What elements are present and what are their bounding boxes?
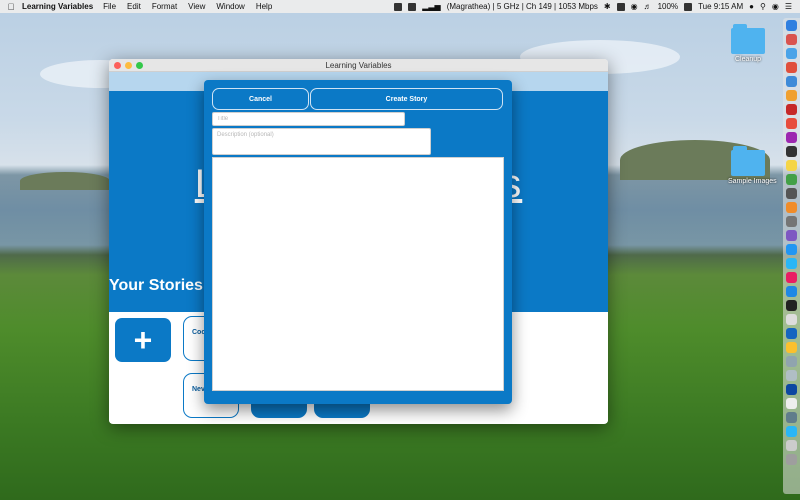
create-story-button[interactable]: Create Story: [310, 88, 503, 110]
desktop-folder-cleanup[interactable]: Cleanup: [728, 24, 768, 63]
app-icon[interactable]: [786, 384, 797, 395]
window-titlebar[interactable]: Learning Variables: [109, 59, 608, 72]
app-icon[interactable]: [786, 398, 797, 409]
app-icon[interactable]: [786, 356, 797, 367]
user-icon[interactable]: ●: [749, 2, 754, 11]
app-icon[interactable]: [786, 188, 797, 199]
app-icon[interactable]: [786, 202, 797, 213]
wifi-icon[interactable]: ◉: [631, 2, 638, 11]
app-icon[interactable]: [786, 370, 797, 381]
folder-icon: [731, 146, 765, 176]
app-icon[interactable]: [786, 328, 797, 339]
app-icon[interactable]: [786, 412, 797, 423]
description-input[interactable]: [212, 128, 431, 155]
app-icon[interactable]: [786, 90, 797, 101]
app-icon[interactable]: [786, 342, 797, 353]
menu-view[interactable]: View: [188, 2, 205, 11]
app-icon[interactable]: [786, 426, 797, 437]
trash-icon[interactable]: [786, 454, 797, 465]
clock[interactable]: Tue 9:15 AM: [698, 2, 743, 11]
menu-bar:  Learning Variables File Edit Format Vi…: [0, 0, 800, 13]
apple-menu-icon[interactable]: : [0, 2, 22, 12]
battery-percent[interactable]: 100%: [658, 2, 678, 11]
menu-help[interactable]: Help: [256, 2, 272, 11]
story-card-label: Nev: [192, 386, 205, 393]
app-icon[interactable]: [786, 314, 797, 325]
app-icon[interactable]: [786, 174, 797, 185]
finder-icon[interactable]: [786, 20, 797, 31]
skype-icon[interactable]: [786, 286, 797, 297]
app-icon[interactable]: [786, 272, 797, 283]
app-icon[interactable]: [786, 258, 797, 269]
dropbox-icon[interactable]: [394, 2, 403, 11]
siri-icon[interactable]: ◉: [772, 2, 779, 11]
dock: [783, 18, 800, 494]
title-input[interactable]: [212, 112, 405, 126]
menu-format[interactable]: Format: [152, 2, 177, 11]
notification-center-icon[interactable]: ☰: [785, 2, 792, 11]
bluetooth-icon[interactable]: ✱: [604, 2, 611, 11]
battery-icon[interactable]: [684, 2, 693, 11]
menu-edit[interactable]: Edit: [127, 2, 141, 11]
story-editor-area[interactable]: [212, 157, 504, 391]
app-icon[interactable]: [786, 216, 797, 227]
app-icon[interactable]: [786, 146, 797, 157]
mail-icon[interactable]: [786, 76, 797, 87]
evernote-icon[interactable]: [408, 2, 417, 11]
menu-window[interactable]: Window: [216, 2, 244, 11]
folder-label: Cleanup: [734, 56, 762, 63]
volume-icon[interactable]: ♬: [644, 2, 652, 11]
create-story-sheet: Cancel Create Story: [204, 80, 512, 404]
app-icon[interactable]: [786, 244, 797, 255]
section-title: Your Stories: [109, 277, 203, 294]
folder-label: Sample Images: [728, 178, 777, 185]
app-menu[interactable]: Learning Variables: [22, 2, 93, 11]
chrome-icon[interactable]: [786, 62, 797, 73]
calendar-icon[interactable]: [786, 34, 797, 45]
app-icon[interactable]: [786, 118, 797, 129]
app-icon[interactable]: [786, 132, 797, 143]
window-title: Learning Variables: [325, 60, 392, 70]
add-story-button[interactable]: +: [115, 318, 171, 362]
cancel-button[interactable]: Cancel: [212, 88, 309, 110]
signal-icon[interactable]: ▂▃▅: [422, 2, 440, 11]
safari-icon[interactable]: [786, 48, 797, 59]
folder-icon: [731, 24, 765, 54]
status-area: ▂▃▅ (Magrathea) | 5 GHz | Ch 149 | 1053 …: [394, 2, 800, 11]
wifi-status[interactable]: (Magrathea) | 5 GHz | Ch 149 | 1053 Mbps: [447, 2, 598, 11]
app-icon[interactable]: [786, 440, 797, 451]
app-icon[interactable]: [786, 104, 797, 115]
desktop-folder-sample-images[interactable]: Sample Images: [728, 146, 777, 185]
terminal-icon[interactable]: [786, 300, 797, 311]
headland: [20, 172, 110, 190]
spotlight-icon[interactable]: ⚲: [760, 2, 766, 11]
airplay-icon[interactable]: [616, 2, 625, 11]
menu-file[interactable]: File: [103, 2, 116, 11]
notes-icon[interactable]: [786, 160, 797, 171]
app-icon[interactable]: [786, 230, 797, 241]
